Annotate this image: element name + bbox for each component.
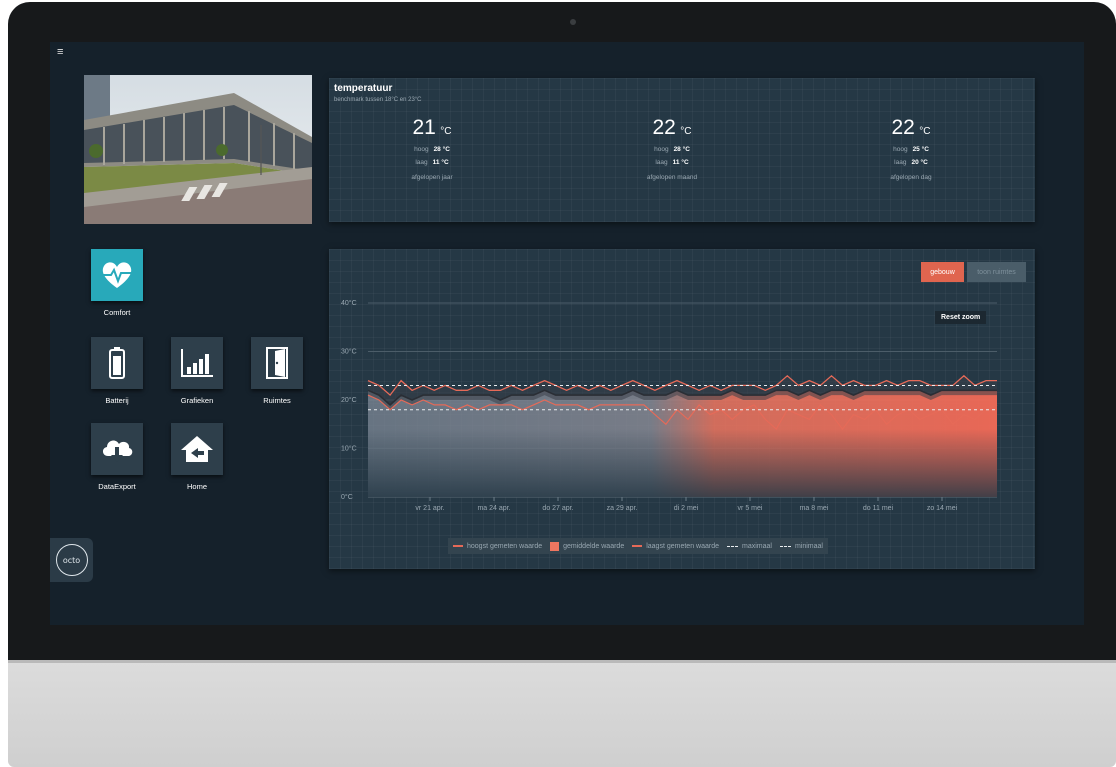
low-unit: °C (441, 159, 449, 166)
high-unit: °C (682, 146, 690, 153)
home-icon (181, 436, 213, 462)
y-tick-label: 0°C (341, 493, 353, 501)
legend-line-swatch (632, 545, 643, 547)
x-tick-label: ma 8 mei (800, 505, 829, 512)
dataexport-label: DataExport (98, 482, 136, 491)
low-label: laag (655, 159, 668, 166)
low-label: laag (415, 159, 428, 166)
x-tick-label: zo 14 mei (927, 505, 958, 512)
high-unit: °C (442, 146, 450, 153)
x-tick-label: vr 5 mei (738, 505, 763, 512)
x-tick-label: ma 24 apr. (477, 505, 510, 512)
high-label: hoog (414, 146, 429, 153)
batterij-tile[interactable] (91, 337, 143, 389)
temp-column-month: 22 °C hoog 28 °C laag 11 °C afgelopen maan… (612, 116, 732, 181)
building-photo (84, 75, 312, 224)
legend-item-hoogst[interactable]: hoogst gemeten waarde (453, 543, 542, 550)
legend-item-laagst[interactable]: laagst gemeten waarde (632, 543, 719, 550)
temperature-chart-panel: gebouw toon ruimtes 0°C 10°C 20°C 30°C 40°C v… (329, 249, 1035, 569)
legend-dash-swatch (779, 545, 791, 547)
legend-dash-swatch (727, 545, 738, 547)
cloud-download-icon (102, 440, 133, 462)
temperature-panel: temperatuur benchmark tussen 18°C en 23°… (329, 78, 1035, 222)
ruimtes-tile[interactable] (251, 337, 303, 389)
temp-unit: °C (440, 126, 452, 137)
legend-item-gemiddelde[interactable]: gemiddelde waarde (550, 541, 625, 551)
temp-value: 21 (412, 116, 436, 139)
temperature-benchmark: benchmark tussen 18°C en 23°C (334, 97, 422, 103)
camera (570, 19, 576, 25)
x-tick-label: vr 21 apr. (415, 505, 444, 512)
period-label: dag (920, 174, 932, 181)
legend-label: laagst gemeten waarde (646, 542, 719, 550)
y-tick-label: 10°C (341, 445, 357, 453)
y-tick-label: 30°C (341, 348, 357, 356)
ruimtes-label: Ruimtes (263, 396, 291, 405)
dashboard-screen: ≡ temperatuur benchmark tussen 18°C en 2… (50, 42, 1084, 625)
temp-value: 22 (891, 116, 915, 139)
grafieken-tile[interactable] (171, 337, 223, 389)
legend-label: minimaal (794, 542, 823, 550)
low-label: laag (894, 159, 907, 166)
x-tick-label: di 2 mei (674, 505, 699, 512)
temperature-title: temperatuur (334, 83, 393, 94)
batterij-label: Batterij (105, 396, 129, 405)
temperature-chart[interactable]: 0°C 10°C 20°C 30°C 40°C vr 21 apr. ma 24 apr. d… (329, 249, 1035, 529)
high-unit: °C (921, 146, 929, 153)
area-fade (368, 429, 997, 497)
temp-value: 22 (652, 116, 676, 139)
legend-item-maximaal[interactable]: maximaal (727, 543, 772, 550)
period-prefix: afgelopen (411, 174, 440, 181)
home-label: Home (186, 482, 207, 491)
temp-column-day: 22 °C hoog 25 °C laag 20 °C afgelopen dag (851, 116, 971, 181)
monitor-chin (8, 660, 1116, 767)
low-value: 11 (432, 159, 440, 166)
y-tick-label: 20°C (341, 396, 357, 404)
door-icon (266, 347, 288, 379)
temp-unit: °C (919, 126, 931, 137)
monitor-chin-edge (8, 660, 1116, 663)
home-tile[interactable] (171, 423, 223, 475)
x-tick-label: do 27 apr. (542, 505, 573, 512)
period-label: jaar (441, 174, 453, 181)
legend-box-swatch (550, 541, 560, 551)
high-value: 28 (433, 146, 441, 153)
legend-label: gemiddelde waarde (563, 542, 625, 550)
x-tick-label: do 11 mei (863, 505, 894, 512)
y-tick-label: 40°C (341, 299, 357, 307)
grafieken-label: Grafieken (180, 396, 214, 405)
high-label: hoog (654, 146, 669, 153)
comfort-label: Comfort (103, 308, 131, 317)
low-value: 11 (672, 159, 680, 166)
dataexport-tile[interactable] (91, 423, 143, 475)
hamburger-icon[interactable]: ≡ (57, 47, 63, 58)
legend-line-swatch (453, 545, 463, 547)
low-unit: °C (920, 159, 928, 166)
temp-column-year: 21 °C hoog 28 °C laag 11 °C afgelopen jaar (372, 116, 492, 181)
temp-unit: °C (680, 126, 692, 137)
heart-pulse-icon (102, 262, 132, 288)
battery-icon (109, 347, 125, 379)
chart-legend: hoogst gemeten waarde gemiddelde waarde … (448, 538, 828, 554)
legend-item-minimaal[interactable]: minimaal (779, 542, 823, 550)
octo-logo[interactable]: octo (50, 538, 93, 582)
octo-logo-text: octo (55, 544, 88, 576)
low-value: 20 (911, 159, 919, 166)
high-value: 28 (673, 146, 681, 153)
period-prefix: afgelopen (890, 174, 919, 181)
comfort-tile[interactable] (91, 249, 143, 301)
high-label: hoog (893, 146, 908, 153)
legend-label: hoogst gemeten waarde (467, 542, 543, 550)
low-unit: °C (681, 159, 689, 166)
x-tick-label: za 29 apr. (607, 505, 638, 512)
reset-zoom-button[interactable]: Reset zoom (935, 311, 987, 324)
period-prefix: afgelopen (646, 174, 676, 181)
high-value: 25 (912, 146, 920, 153)
legend-label: maximaal (742, 542, 772, 550)
period-label: maand (677, 174, 698, 181)
bar-chart-icon (181, 349, 213, 377)
